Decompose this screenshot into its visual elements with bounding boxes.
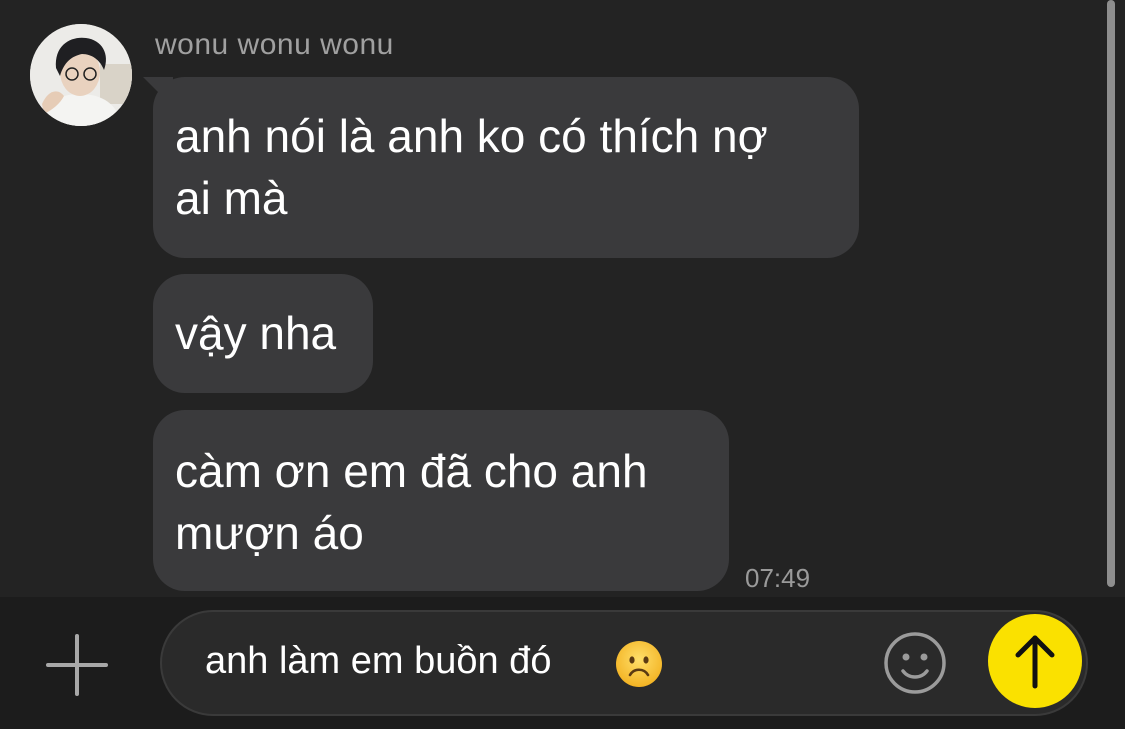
message-text-line: mượn áo xyxy=(175,507,364,559)
message-input-text[interactable]: anh làm em buồn đó xyxy=(205,640,551,683)
emoji-picker-button[interactable] xyxy=(883,631,947,695)
message-bubble[interactable]: vậy nha xyxy=(153,274,373,393)
message-text-line: anh nói là anh ko có thích nợ xyxy=(175,110,768,162)
scrollbar[interactable] xyxy=(1107,0,1115,587)
message-text-line: vậy nha xyxy=(175,307,337,359)
message-list[interactable]: wonu wonu wonu anh nói là anh ko có thíc… xyxy=(0,0,1125,597)
plus-icon xyxy=(46,634,108,696)
message-timestamp: 07:49 xyxy=(745,563,811,593)
chat-screen: wonu wonu wonu anh nói là anh ko có thíc… xyxy=(0,0,1125,729)
avatar[interactable] xyxy=(30,24,132,126)
sad-face-emoji-icon xyxy=(614,639,664,689)
smiley-icon xyxy=(884,632,946,694)
message-text-line: ai mà xyxy=(175,172,288,224)
send-button[interactable] xyxy=(988,614,1082,708)
message-bubble[interactable]: càm ơn em đã cho anh mượn áo xyxy=(153,410,729,591)
message-text-line: càm ơn em đã cho anh xyxy=(175,445,648,497)
sender-name: wonu wonu wonu xyxy=(155,28,394,61)
arrow-up-icon xyxy=(1015,635,1055,689)
add-attachment-button[interactable] xyxy=(44,632,110,698)
message-bubble[interactable]: anh nói là anh ko có thích nợ ai mà xyxy=(153,77,859,258)
